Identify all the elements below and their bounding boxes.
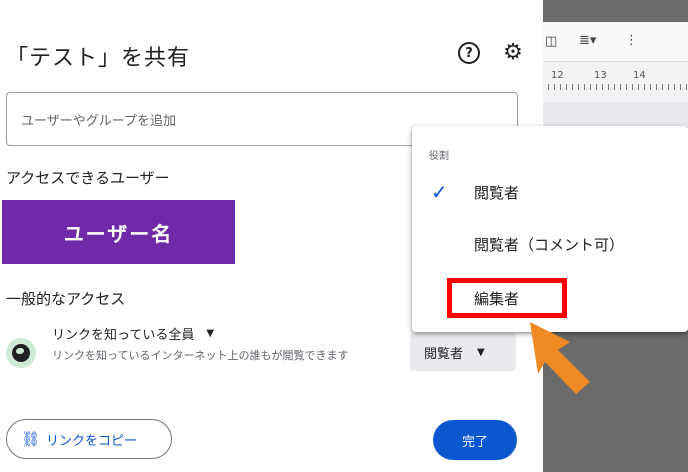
menu-item-commenter[interactable]: 閲覧者（コメント可） [412,224,688,264]
people-with-access-label: アクセスできるユーザー [6,169,170,187]
done-button[interactable]: 完了 [433,420,517,460]
link-scope-label: リンクを知っている全員 [52,328,195,343]
copy-link-button[interactable]: ⛓ リンクをコピー [6,419,172,459]
role-menu-header: 役割 [429,151,449,162]
role-select[interactable]: 閲覧者 ▼ [410,333,516,371]
ruler-number: 14 [633,70,646,81]
link-description: リンクを知っているインターネット上の誰もが閲覧できます [52,349,349,362]
role-select-value: 閲覧者 [424,346,464,362]
ruler-number: 13 [594,70,607,81]
image-icon[interactable]: ◫ [545,34,557,49]
copy-link-label: リンクをコピー [46,433,138,449]
doc-ruler [543,62,688,102]
doc-toolbar: ◫ ≣▾ ⋮ [543,22,688,62]
dialog-title: 「テスト」を共有 [6,46,191,71]
help-circle-icon[interactable]: ? [458,42,480,64]
gear-icon[interactable]: ⚙ [500,40,526,66]
check-icon: ✓ [431,180,448,204]
align-icon[interactable]: ≣▾ [579,33,596,48]
link-icon: ⛓ [21,430,41,448]
link-scope-dropdown[interactable]: リンクを知っている全員 ▼ [52,324,214,343]
menu-item-label: 閲覧者（コメント可） [474,235,625,254]
pointer-arrow-icon [530,322,590,394]
menu-item-viewer[interactable]: ✓ 閲覧者 [412,172,688,212]
ruler-ticks [548,84,688,90]
general-access-label: 一般的なアクセス [6,290,126,308]
caret-down-icon: ▼ [206,328,215,339]
globe-icon [6,338,36,368]
caret-down-icon: ▼ [477,346,485,358]
ruler-number: 12 [551,70,564,81]
menu-item-label: 閲覧者 [474,183,520,202]
user-name-chip: ユーザー名 [2,200,235,264]
more-icon[interactable]: ⋮ [625,33,638,48]
